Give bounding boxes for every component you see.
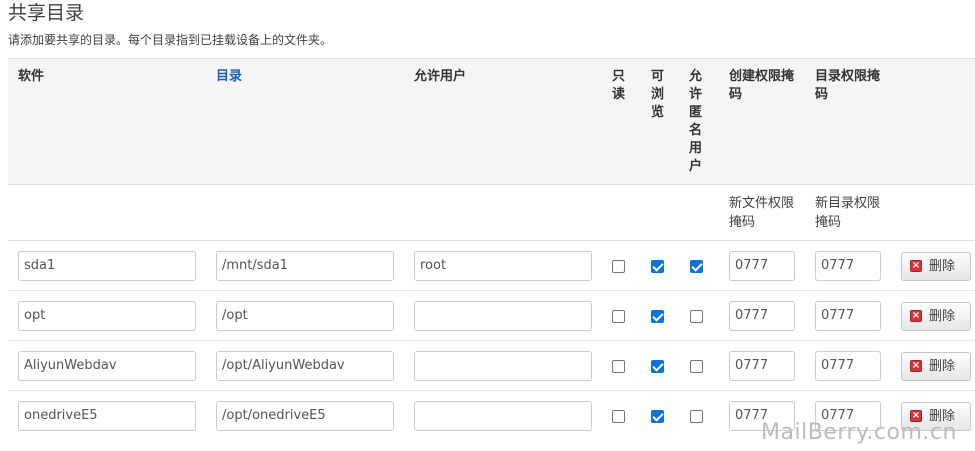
software-input[interactable]: onedriveE5 [18, 401, 196, 431]
allowed-users-input[interactable] [414, 401, 592, 431]
guest-checkbox[interactable] [690, 310, 703, 323]
directory-input[interactable]: /opt/AliyunWebdav [216, 351, 394, 381]
table-header: 软件 目录 允许用户 只读 可浏览 允许匿名用户 创建权限掩码 目录权限掩码 [8, 58, 975, 185]
column-descriptions: 新文件权限掩码 新目录权限掩码 [8, 185, 975, 241]
readonly-checkbox[interactable] [612, 410, 625, 423]
allowed-users-input[interactable]: root [414, 251, 592, 281]
software-input[interactable]: opt [18, 301, 196, 331]
readonly-checkbox[interactable] [612, 360, 625, 373]
directory-input[interactable]: /mnt/sda1 [216, 251, 394, 281]
dir-mask-input[interactable]: 0777 [815, 351, 881, 381]
dir-mask-input[interactable]: 0777 [815, 301, 881, 331]
allowed-users-input[interactable] [414, 301, 592, 331]
guest-checkbox[interactable] [690, 410, 703, 423]
delete-button[interactable]: × 删除 [901, 352, 971, 381]
browsable-checkbox[interactable] [651, 310, 664, 323]
delete-button[interactable]: × 删除 [901, 252, 971, 281]
header-software[interactable]: 软件 [18, 68, 44, 86]
delete-button-label: 删除 [929, 259, 956, 274]
table-row: AliyunWebdav /opt/AliyunWebdav 0777 0777… [8, 341, 975, 391]
allowed-users-input[interactable] [414, 351, 592, 381]
header-directory[interactable]: 目录 [216, 68, 242, 86]
create-mask-input[interactable]: 0777 [729, 251, 795, 281]
readonly-checkbox[interactable] [612, 260, 625, 273]
header-dir-mask[interactable]: 目录权限掩码 [815, 68, 887, 104]
delete-button-label: 删除 [929, 309, 956, 324]
header-guest[interactable]: 允许匿名用户 [689, 68, 705, 176]
software-input[interactable]: sda1 [18, 251, 196, 281]
browsable-checkbox[interactable] [651, 360, 664, 373]
table-row: opt /opt 0777 0777 × 删除 [8, 291, 975, 341]
guest-checkbox[interactable] [690, 360, 703, 373]
delete-button-label: 删除 [929, 359, 956, 374]
header-browsable[interactable]: 可浏览 [651, 68, 667, 122]
delete-x-icon: × [910, 260, 922, 272]
dir-mask-description: 新目录权限掩码 [815, 196, 881, 230]
header-readonly[interactable]: 只读 [612, 68, 628, 104]
browsable-checkbox[interactable] [651, 260, 664, 273]
page-title: 共享目录 [8, 2, 85, 24]
directory-input[interactable]: /opt [216, 301, 394, 331]
delete-button[interactable]: × 删除 [901, 302, 971, 331]
delete-x-icon: × [910, 360, 922, 372]
header-create-mask[interactable]: 创建权限掩码 [729, 68, 801, 104]
create-mask-input[interactable]: 0777 [729, 351, 795, 381]
create-mask-input[interactable]: 0777 [729, 301, 795, 331]
dir-mask-input[interactable]: 0777 [815, 251, 881, 281]
header-allowed-users[interactable]: 允许用户 [414, 68, 466, 86]
delete-x-icon: × [910, 310, 922, 322]
software-input[interactable]: AliyunWebdav [18, 351, 196, 381]
readonly-checkbox[interactable] [612, 310, 625, 323]
create-mask-description: 新文件权限掩码 [729, 196, 795, 230]
watermark: MailBerry.com.cn [761, 420, 957, 445]
page-description: 请添加要共享的目录。每个目录指到已挂载设备上的文件夹。 [8, 33, 333, 47]
guest-checkbox[interactable] [690, 260, 703, 273]
browsable-checkbox[interactable] [651, 410, 664, 423]
table-row: sda1 /mnt/sda1 root 0777 0777 × 删除 [8, 241, 975, 291]
directory-input[interactable]: /opt/onedriveE5 [216, 401, 394, 431]
